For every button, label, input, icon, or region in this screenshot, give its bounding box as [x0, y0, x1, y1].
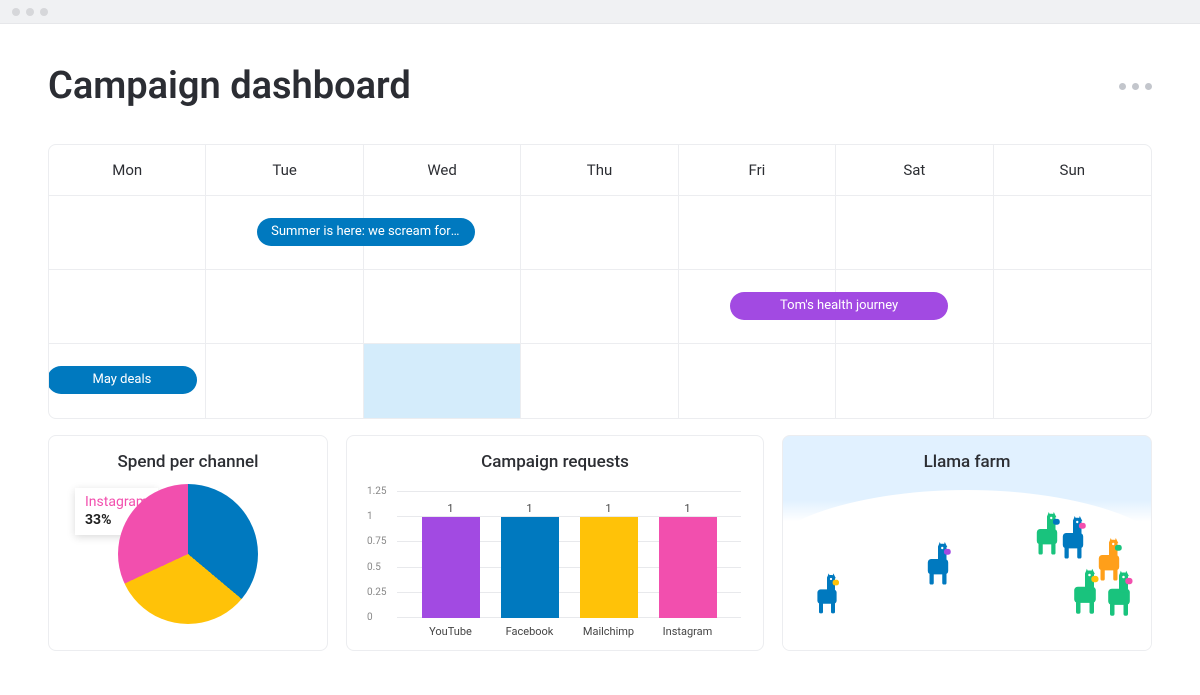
page-content: Campaign dashboard MonTueWedThuFriSatSun…	[0, 24, 1200, 695]
calendar-cell[interactable]	[49, 196, 206, 270]
calendar-cell[interactable]	[994, 196, 1151, 270]
calendar-day-header: Mon	[49, 145, 206, 196]
bar[interactable]: 1	[416, 502, 486, 618]
calendar-cell[interactable]	[836, 344, 993, 418]
calendar-cell[interactable]	[521, 196, 678, 270]
bar-value-label: 1	[684, 502, 690, 515]
calendar-cell[interactable]	[521, 344, 678, 418]
widget-title: Campaign requests	[365, 452, 745, 472]
calendar-cell[interactable]	[521, 270, 678, 344]
window-chrome	[0, 0, 1200, 24]
calendar-day-header: Wed	[364, 145, 521, 196]
llama-farm-widget: Llama farm	[782, 435, 1152, 651]
bar-chart[interactable]: 00.250.50.7511.25 1111 YouTubeFacebookMa…	[397, 480, 741, 638]
dot-icon	[1132, 83, 1139, 90]
llama-icon[interactable]	[811, 572, 843, 618]
calendar-cell[interactable]	[836, 196, 993, 270]
bar-value-label: 1	[447, 502, 453, 515]
bar-category-label: Facebook	[495, 625, 565, 638]
spend-per-channel-widget: Spend per channel Instagram 33%	[48, 435, 328, 651]
calendar-day-header: Sat	[836, 145, 993, 196]
calendar-event-pill[interactable]: Summer is here: we scream for ice cream	[257, 218, 475, 246]
llama-icon[interactable]	[1101, 569, 1137, 621]
calendar-day-header: Thu	[521, 145, 678, 196]
traffic-light-max-icon[interactable]	[40, 8, 48, 16]
bar-category-label: YouTube	[416, 625, 486, 638]
widget-title: Spend per channel	[67, 452, 309, 472]
dot-icon	[1119, 83, 1126, 90]
more-menu-button[interactable]	[1119, 83, 1152, 90]
calendar-day-header: Fri	[679, 145, 836, 196]
bar-rect	[580, 517, 638, 618]
calendar-cell[interactable]	[679, 196, 836, 270]
calendar-cell[interactable]	[679, 344, 836, 418]
llama-icon[interactable]	[1056, 514, 1090, 563]
bar[interactable]: 1	[495, 502, 565, 618]
bar-category-label: Mailchimp	[574, 625, 644, 638]
calendar-cell[interactable]	[49, 270, 206, 344]
calendar-cell[interactable]	[994, 270, 1151, 344]
llama-icon[interactable]	[1067, 567, 1103, 619]
llama-icon[interactable]	[921, 540, 955, 589]
calendar-cell[interactable]	[206, 270, 363, 344]
calendar-cell[interactable]	[994, 344, 1151, 418]
calendar-cell[interactable]	[364, 270, 521, 344]
calendar-day-header: Tue	[206, 145, 363, 196]
calendar-cell[interactable]	[364, 344, 521, 418]
calendar-cell[interactable]	[206, 344, 363, 418]
pie-chart[interactable]	[118, 484, 258, 624]
traffic-light-min-icon[interactable]	[26, 8, 34, 16]
calendar-event-pill[interactable]: Tom's health journey	[730, 292, 948, 320]
dot-icon	[1145, 83, 1152, 90]
bar-category-label: Instagram	[653, 625, 723, 638]
bar-value-label: 1	[526, 502, 532, 515]
bar[interactable]: 1	[574, 502, 644, 618]
calendar-event-pill[interactable]: May deals	[48, 366, 197, 394]
calendar-widget: MonTueWedThuFriSatSun Summer is here: we…	[48, 144, 1152, 419]
traffic-light-close-icon[interactable]	[12, 8, 20, 16]
calendar-day-header: Sun	[994, 145, 1151, 196]
campaign-requests-widget: Campaign requests 00.250.50.7511.25 1111…	[346, 435, 764, 651]
bar-rect	[422, 517, 480, 618]
bar-value-label: 1	[605, 502, 611, 515]
bar-rect	[501, 517, 559, 618]
page-title: Campaign dashboard	[48, 64, 411, 108]
bar[interactable]: 1	[653, 502, 723, 618]
bar-rect	[659, 517, 717, 618]
